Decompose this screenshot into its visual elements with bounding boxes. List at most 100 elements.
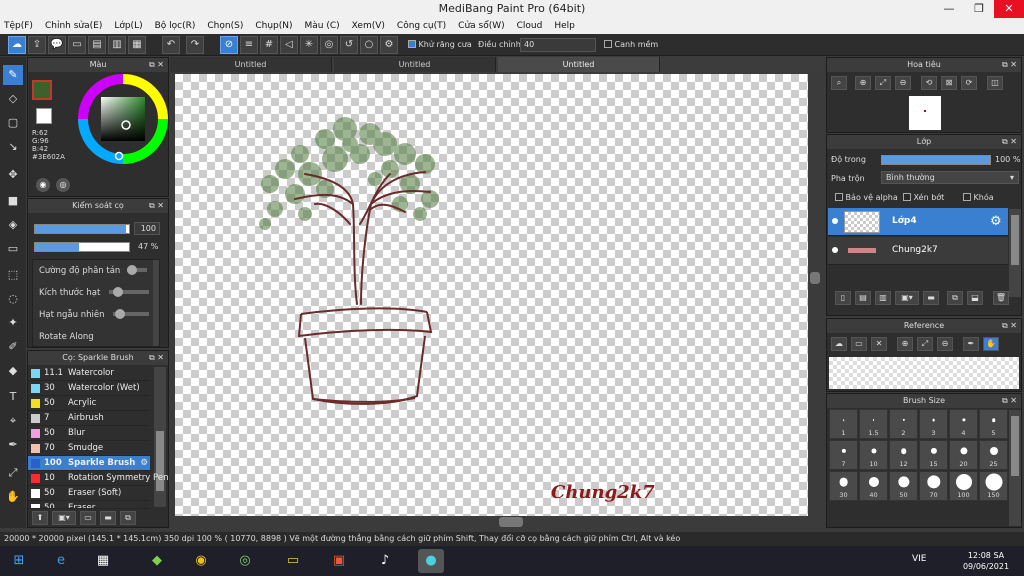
brush-size-value[interactable]: 100: [134, 222, 160, 235]
canvas[interactable]: Chung2k7: [175, 74, 808, 516]
blend-mode-select[interactable]: Bình thường ▾: [881, 171, 1019, 184]
chrome-icon[interactable]: ◉: [188, 549, 214, 573]
text-tool-icon[interactable]: T: [3, 387, 23, 407]
fit-icon[interactable]: ⤢: [875, 76, 891, 90]
eraser-tool-icon[interactable]: ◇: [3, 89, 23, 109]
brush-list-item[interactable]: 10 Rotation Symmetry Pen: [28, 471, 168, 486]
rect-tool-icon[interactable]: ▢: [3, 113, 23, 133]
brush-menu-icon[interactable]: ▣▾: [52, 511, 76, 525]
zoom-in-icon[interactable]: ⊕: [855, 76, 871, 90]
eyedropper-tool-icon[interactable]: ⤢: [3, 463, 23, 483]
delete-layer-icon[interactable]: 🗑: [993, 291, 1009, 305]
visibility-icon[interactable]: [832, 218, 838, 224]
reference-open-icon[interactable]: ▭: [851, 337, 867, 351]
menu-select[interactable]: Chọn(S): [207, 21, 243, 31]
brush-size-slider[interactable]: [34, 224, 130, 234]
brush-copy-icon[interactable]: ⧉: [120, 511, 136, 525]
select-pen-icon[interactable]: ✐: [3, 337, 23, 357]
menu-color[interactable]: Màu (C): [305, 21, 340, 31]
file-explorer-icon[interactable]: ▭: [280, 549, 306, 573]
reference-preview[interactable]: [829, 357, 1019, 389]
undo-icon[interactable]: ↶: [162, 36, 180, 54]
grid-icon[interactable]: ▦: [128, 36, 146, 54]
brush-size-preset[interactable]: 10: [859, 440, 888, 470]
reset-view-icon[interactable]: ⊠: [941, 76, 957, 90]
panel-controls-icon[interactable]: ⧉ ✕: [1002, 394, 1017, 408]
reference-fit-icon[interactable]: ⤢: [917, 337, 933, 351]
pages-icon[interactable]: ▥: [108, 36, 126, 54]
powerpoint-icon[interactable]: ▣: [326, 549, 352, 573]
move-tool-icon[interactable]: ✥: [3, 165, 23, 185]
reference-upload-icon[interactable]: ☁: [831, 337, 847, 351]
select-eraser-icon[interactable]: ◆: [3, 361, 23, 381]
page-icon[interactable]: ▤: [88, 36, 106, 54]
clipping-checkbox[interactable]: [903, 193, 911, 201]
brush-size-preset[interactable]: 70: [919, 471, 948, 501]
layer-menu-icon[interactable]: ▣▾: [895, 291, 919, 305]
menu-filter[interactable]: Bộ lọc(R): [155, 21, 196, 31]
edge-browser-icon[interactable]: e: [48, 549, 74, 573]
comment-icon[interactable]: 💬: [48, 36, 66, 54]
radial-snap-icon[interactable]: ✳: [300, 36, 318, 54]
brush-list-item[interactable]: 70 Smudge: [28, 441, 150, 456]
brush-size-preset[interactable]: 1: [829, 409, 858, 439]
flip-icon[interactable]: ◫: [987, 76, 1003, 90]
bucket-tool-icon[interactable]: ◈: [3, 215, 23, 235]
hand-tool-icon[interactable]: ✋: [3, 487, 23, 507]
close-button[interactable]: ✕: [994, 0, 1024, 18]
clock[interactable]: 12:08 SA 09/06/2021: [958, 550, 1014, 572]
scatter-slider-knob[interactable]: [127, 265, 137, 275]
brush-size-preset[interactable]: 12: [889, 440, 918, 470]
vanish-snap-icon[interactable]: ◁: [280, 36, 298, 54]
medibang-taskbar-icon[interactable]: ●: [418, 549, 444, 573]
brush-list-item[interactable]: 30 Watercolor (Wet): [28, 381, 150, 396]
no-snap-icon[interactable]: ⊘: [220, 36, 238, 54]
menu-cloud[interactable]: Cloud: [517, 21, 543, 31]
brush-size-preset[interactable]: 7: [829, 440, 858, 470]
brush-size-preset[interactable]: 1.5: [859, 409, 888, 439]
menu-edit[interactable]: Chỉnh sửa(E): [45, 21, 102, 31]
brush-size-scrollbar[interactable]: [1009, 410, 1021, 526]
new-layer-8bit-icon[interactable]: ▤: [855, 291, 871, 305]
brush-list-item[interactable]: 50 Eraser (Soft): [28, 486, 150, 501]
reference-close-icon[interactable]: ✕: [871, 337, 887, 351]
panel-controls-icon[interactable]: ⧉ ✕: [1002, 135, 1017, 149]
new-layer-icon[interactable]: ▯: [835, 291, 851, 305]
menu-help[interactable]: Help: [554, 21, 575, 31]
brush-list-item[interactable]: 11.1 Watercolor: [28, 366, 150, 381]
reference-zoom-out-icon[interactable]: ⊖: [937, 337, 953, 351]
brush-size-preset[interactable]: 2: [889, 409, 918, 439]
brush-list-item[interactable]: 7 Airbrush: [28, 411, 150, 426]
antialias-checkbox[interactable]: [408, 40, 416, 48]
navigator-preview[interactable]: [909, 96, 941, 130]
edge-checkbox[interactable]: [604, 40, 612, 48]
palette-icon[interactable]: ◉: [36, 178, 50, 192]
tiktok-icon[interactable]: ♪: [372, 549, 398, 573]
brush-tool-icon[interactable]: ✎: [3, 65, 23, 85]
color-wheel[interactable]: [78, 74, 168, 164]
brush-size-preset[interactable]: 4: [949, 409, 978, 439]
layer-row[interactable]: Lớp4 ⚙: [828, 208, 1008, 236]
palette-edit-icon[interactable]: ◎: [56, 178, 70, 192]
brush-size-preset[interactable]: 15: [919, 440, 948, 470]
brush-list-item[interactable]: 50 Acrylic: [28, 396, 150, 411]
brush-size-preset[interactable]: 30: [829, 471, 858, 501]
reference-hand-icon[interactable]: ✋: [983, 337, 999, 351]
cross-snap-icon[interactable]: #: [260, 36, 278, 54]
brush-size-preset[interactable]: 25: [979, 440, 1008, 470]
panel-controls-icon[interactable]: ⧉ ✕: [1002, 58, 1017, 72]
menu-view[interactable]: Xem(V): [352, 21, 385, 31]
restore-button[interactable]: ❐: [964, 0, 994, 18]
brush-size-preset[interactable]: 20: [949, 440, 978, 470]
brush-control-scrollbar[interactable]: [153, 260, 159, 346]
rotate-right-icon[interactable]: ⟳: [961, 76, 977, 90]
panel-controls-icon[interactable]: ⧉ ✕: [149, 351, 164, 365]
brush-list-scrollbar[interactable]: [154, 367, 166, 507]
minimize-button[interactable]: —: [934, 0, 964, 18]
merge-layer-icon[interactable]: ⬓: [967, 291, 983, 305]
bluestacks-icon[interactable]: ◆: [144, 549, 170, 573]
new-layer-1bit-icon[interactable]: ▥: [875, 291, 891, 305]
brush-size-preset[interactable]: 50: [889, 471, 918, 501]
divide-tool-icon[interactable]: ✒: [3, 435, 23, 455]
visibility-icon[interactable]: [832, 247, 838, 253]
